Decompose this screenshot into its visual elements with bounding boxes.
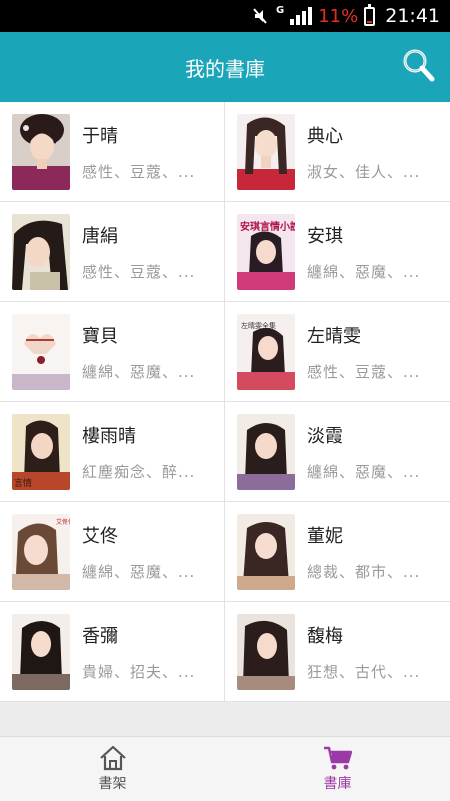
author-card[interactable]: 香彌 貴婦、招夫、... [0, 602, 225, 702]
author-card[interactable]: 艾佟作品全集 艾佟 纏綿、惡魔、... [0, 502, 225, 602]
book-cover-image [237, 613, 295, 690]
cover-text: 艾佟作品全集 [56, 518, 70, 526]
book-cover-image: 左晴雯全集 [237, 313, 295, 390]
page-title: 我的書庫 [185, 56, 265, 81]
author-tags: 纏綿、惡魔、... [307, 462, 421, 481]
author-name: 于晴 [82, 125, 118, 147]
signal-icon [290, 7, 313, 25]
author-grid: 于晴 感性、豆蔻、... 典心 淑女、佳人、... 唐絹 感性、豆蔻、... 安… [0, 102, 450, 702]
home-icon [99, 745, 126, 771]
network-type: G [276, 5, 285, 16]
book-cover-image [12, 613, 70, 690]
author-tags: 總裁、都市、... [307, 562, 421, 581]
book-cover-image: 艾佟作品全集 [12, 513, 70, 590]
book-cover-image [12, 113, 70, 190]
author-name: 左晴雯 [307, 325, 361, 347]
author-card[interactable]: 寶貝 纏綿、惡魔、... [0, 302, 225, 402]
author-card[interactable]: 馥梅 狂想、古代、... [225, 602, 450, 702]
book-cover-image [237, 513, 295, 590]
author-card[interactable]: 董妮 總裁、都市、... [225, 502, 450, 602]
cart-icon [323, 746, 352, 770]
author-tags: 紅塵痴念、醉... [82, 462, 196, 481]
author-card[interactable]: 安琪言情小說全集 安琪 纏綿、惡魔、... [225, 202, 450, 302]
author-name: 典心 [307, 125, 343, 147]
author-tags: 感性、豆蔻、... [82, 262, 196, 281]
author-tags: 纏綿、惡魔、... [82, 362, 196, 381]
cover-text: 安琪言情小說全集 [240, 220, 295, 233]
book-cover-image [237, 113, 295, 190]
author-tags: 狂想、古代、... [307, 662, 421, 681]
author-card[interactable]: 淡霞 纏綿、惡魔、... [225, 402, 450, 502]
tab-library[interactable]: 書庫 [225, 737, 450, 801]
author-name: 淡霞 [307, 425, 343, 447]
author-name: 寶貝 [82, 325, 118, 347]
author-tags: 感性、豆蔻、... [307, 362, 421, 381]
book-cover-image: 言情 [12, 413, 70, 490]
author-card[interactable]: 言情 樓雨晴 紅塵痴念、醉... [0, 402, 225, 502]
author-tags: 貴婦、招夫、... [82, 662, 196, 681]
author-tags: 感性、豆蔻、... [82, 162, 196, 181]
tab-library-label: 書庫 [323, 776, 352, 792]
app-header: 我的書庫 [0, 32, 450, 102]
author-tags: 淑女、佳人、... [307, 162, 421, 181]
book-cover-image [237, 413, 295, 490]
author-name: 董妮 [307, 525, 343, 547]
author-card[interactable]: 唐絹 感性、豆蔻、... [0, 202, 225, 302]
author-tags: 纏綿、惡魔、... [307, 262, 421, 281]
author-name: 樓雨晴 [82, 425, 136, 447]
book-cover-image [12, 313, 70, 390]
status-bar: G 11% 21:41 [0, 0, 450, 32]
author-tags: 纏綿、惡魔、... [82, 562, 196, 581]
clock: 21:41 [385, 5, 440, 27]
author-name: 艾佟 [82, 525, 118, 547]
author-name: 馥梅 [307, 625, 343, 647]
search-icon[interactable] [400, 46, 438, 86]
author-name: 安琪 [307, 225, 343, 247]
bottom-nav: 書架 書庫 [0, 736, 450, 801]
tab-bookshelf[interactable]: 書架 [0, 737, 225, 801]
author-name: 香彌 [82, 625, 118, 647]
author-name: 唐絹 [82, 225, 118, 247]
author-card[interactable]: 典心 淑女、佳人、... [225, 102, 450, 202]
mute-icon [253, 8, 267, 24]
tab-bookshelf-label: 書架 [98, 776, 127, 792]
book-cover-image [12, 213, 70, 290]
battery-percent: 11% [318, 5, 359, 27]
cover-text: 言情 [14, 477, 32, 489]
battery-icon [364, 3, 376, 26]
author-card[interactable]: 左晴雯全集 左晴雯 感性、豆蔻、... [225, 302, 450, 402]
book-cover-image: 安琪言情小說全集 [237, 213, 295, 290]
author-card[interactable]: 于晴 感性、豆蔻、... [0, 102, 225, 202]
